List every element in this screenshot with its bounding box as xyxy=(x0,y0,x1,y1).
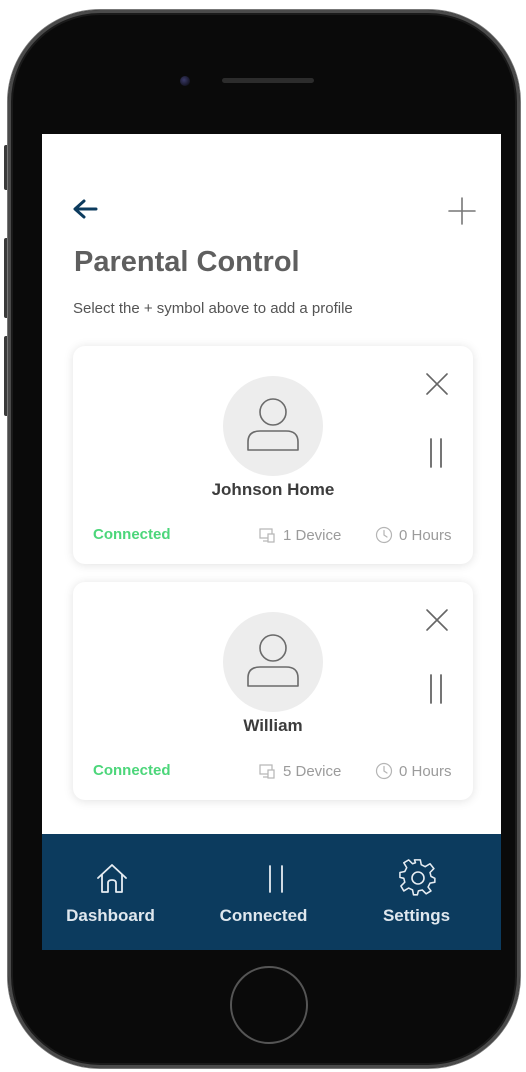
device-count-label: 1 Device xyxy=(283,526,342,544)
status-badge: Connected xyxy=(93,526,171,543)
page-subtitle: Select the + symbol above to add a profi… xyxy=(73,300,353,317)
usage-hours: 0 Hours xyxy=(375,525,452,545)
remove-profile-button[interactable] xyxy=(423,370,451,398)
gear-icon xyxy=(399,859,436,896)
device-count-label: 5 Device xyxy=(283,762,342,780)
remove-profile-button[interactable] xyxy=(423,606,451,634)
nav-item-settings[interactable]: Settings xyxy=(348,834,501,950)
nav-label: Connected xyxy=(219,906,308,925)
usage-hours-label: 0 Hours xyxy=(399,526,452,544)
app-screen: Parental Control Select the + symbol abo… xyxy=(42,134,501,950)
pause-icon xyxy=(269,865,283,893)
user-icon xyxy=(247,398,299,451)
nav-label: Dashboard xyxy=(66,906,155,925)
nav-label: Settings xyxy=(382,906,451,925)
device-count: 1 Device xyxy=(259,525,341,545)
nav-item-connected[interactable]: Connected xyxy=(195,834,348,950)
earpiece-speaker xyxy=(222,78,314,83)
nav-item-dashboard[interactable]: Dashboard xyxy=(42,834,195,950)
back-button[interactable] xyxy=(70,196,100,222)
pause-icon xyxy=(430,674,442,704)
pause-icon xyxy=(430,438,442,468)
user-icon xyxy=(247,634,299,687)
avatar xyxy=(223,376,323,476)
profile-card[interactable]: William Connected 5 Device 0 Hours xyxy=(73,582,473,800)
close-icon xyxy=(426,609,448,631)
clock-icon xyxy=(375,762,393,780)
home-button xyxy=(230,966,308,1044)
pause-profile-button[interactable] xyxy=(425,672,447,706)
plus-icon xyxy=(448,197,476,225)
profile-name: William xyxy=(243,716,303,735)
usage-hours: 0 Hours xyxy=(375,761,452,781)
page-title: Parental Control xyxy=(74,246,300,278)
pause-profile-button[interactable] xyxy=(425,436,447,470)
devices-icon xyxy=(259,528,275,543)
clock-icon xyxy=(375,526,393,544)
bottom-nav: Dashboard Connected Settings xyxy=(42,834,501,950)
device-count: 5 Device xyxy=(259,761,341,781)
devices-icon xyxy=(259,764,275,779)
home-icon xyxy=(97,864,127,893)
close-icon xyxy=(426,373,448,395)
arrow-left-icon xyxy=(73,199,98,219)
status-badge: Connected xyxy=(93,762,171,779)
avatar xyxy=(223,612,323,712)
front-camera xyxy=(180,76,190,86)
device-mockup: Parental Control Select the + symbol abo… xyxy=(0,0,526,1072)
profile-card[interactable]: Johnson Home Connected 1 Device 0 Hours xyxy=(73,346,473,564)
add-profile-button[interactable] xyxy=(444,196,480,226)
usage-hours-label: 0 Hours xyxy=(399,762,452,780)
profile-name: Johnson Home xyxy=(211,480,335,499)
